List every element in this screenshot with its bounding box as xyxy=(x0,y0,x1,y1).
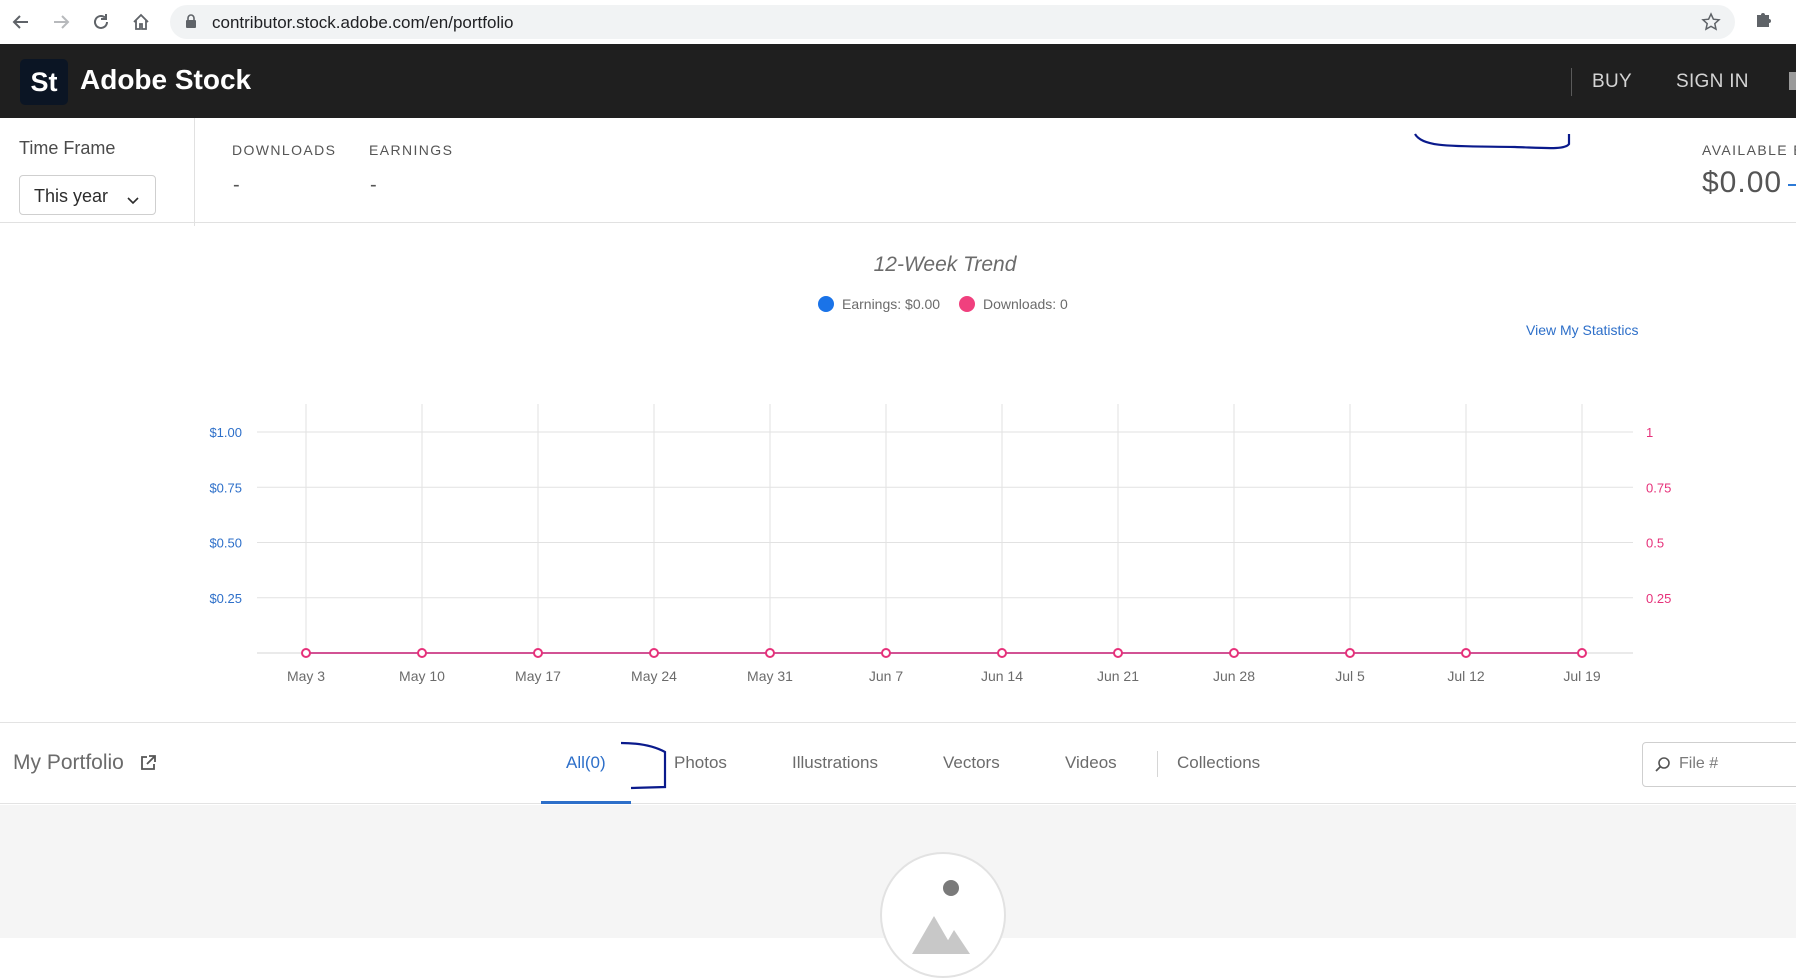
downloads-data-point xyxy=(533,648,543,658)
tab-collections[interactable]: Collections xyxy=(1177,753,1260,773)
empty-image-placeholder-icon xyxy=(880,852,1006,978)
x-tick-label: May 24 xyxy=(631,668,677,684)
downloads-data-point xyxy=(1577,648,1587,658)
available-earnings-value: $0.00 xyxy=(1702,166,1783,199)
earnings-label: EARNINGS xyxy=(369,142,454,158)
forward-icon[interactable] xyxy=(48,9,74,35)
x-tick-label: Jun 7 xyxy=(869,668,903,684)
brand-name[interactable]: Adobe Stock xyxy=(80,64,251,96)
tab-vectors[interactable]: Vectors xyxy=(943,753,1000,773)
y-right-tick-label: 1 xyxy=(1646,425,1653,440)
my-portfolio-title: My Portfolio xyxy=(13,751,124,774)
y-left-tick-label: $0.25 xyxy=(209,591,242,606)
y-left-tick-label: $0.75 xyxy=(209,480,242,495)
timeframe-value: This year xyxy=(34,186,109,206)
extensions-puzzle-icon[interactable] xyxy=(1753,9,1775,36)
external-link-icon[interactable] xyxy=(139,754,157,777)
x-tick-label: Jun 28 xyxy=(1213,668,1255,684)
available-dash xyxy=(1788,184,1796,186)
y-left-tick-label: $1.00 xyxy=(209,425,242,440)
search-icon xyxy=(1654,756,1672,779)
header-divider xyxy=(1571,68,1572,96)
downloads-value: - xyxy=(233,174,240,196)
y-right-tick-label: 0.5 xyxy=(1646,536,1664,551)
legend-earnings[interactable]: Earnings: $0.00 xyxy=(818,296,940,312)
downloads-data-point xyxy=(417,648,427,658)
y-left-tick-label: $0.50 xyxy=(209,536,242,551)
timeframe-label: Time Frame xyxy=(19,138,116,158)
downloads-data-point xyxy=(1229,648,1239,658)
y-right-tick-label: 0.75 xyxy=(1646,480,1671,495)
downloads-data-point xyxy=(997,648,1007,658)
tab-photos[interactable]: Photos xyxy=(674,753,727,773)
chart-title: 12-Week Trend xyxy=(873,253,1017,276)
url-text: contributor.stock.adobe.com/en/portfolio xyxy=(212,13,514,32)
site-header: St Adobe Stock BUY SIGN IN xyxy=(0,44,1796,118)
available-earnings-label: AVAILABLE E xyxy=(1702,142,1796,158)
browser-toolbar: contributor.stock.adobe.com/en/portfolio xyxy=(0,0,1796,44)
earnings-dot-icon xyxy=(818,296,834,312)
downloads-data-point xyxy=(301,648,311,658)
portfolio-tabs-bar: My Portfolio All(0) Photos Illustrations… xyxy=(0,722,1796,804)
tab-all[interactable]: All(0) xyxy=(566,753,606,773)
trend-chart: $0.25 $0.50 $0.75 $1.00 0.25 0.5 0.75 1 May 3 May… xyxy=(209,404,1671,684)
x-tick-label: Jul 19 xyxy=(1563,668,1601,684)
x-tick-label: May 17 xyxy=(515,668,561,684)
back-icon[interactable] xyxy=(8,9,34,35)
view-my-statistics-link[interactable]: View My Statistics xyxy=(1526,322,1639,338)
legend-earnings-label: Earnings: $0.00 xyxy=(842,296,941,312)
legend-downloads-label: Downloads: 0 xyxy=(983,296,1068,312)
chevron-down-icon xyxy=(127,189,139,210)
downloads-dot-icon xyxy=(959,296,975,312)
downloads-data-point xyxy=(1345,648,1355,658)
lock-icon xyxy=(185,14,197,34)
reload-icon[interactable] xyxy=(88,9,114,35)
downloads-data-point xyxy=(649,648,659,658)
x-tick-label: Jun 14 xyxy=(981,668,1023,684)
x-tick-label: May 31 xyxy=(747,668,793,684)
y-right-tick-label: 0.25 xyxy=(1646,591,1671,606)
active-tab-indicator xyxy=(541,801,631,804)
downloads-data-point xyxy=(881,648,891,658)
downloads-data-point xyxy=(1461,648,1471,658)
buy-link[interactable]: BUY xyxy=(1592,71,1632,93)
downloads-label: DOWNLOADS xyxy=(232,142,337,158)
portfolio-content-area xyxy=(0,805,1796,978)
tab-videos[interactable]: Videos xyxy=(1065,753,1117,773)
downloads-data-point xyxy=(1113,648,1123,658)
legend-downloads[interactable]: Downloads: 0 xyxy=(959,296,1068,312)
bookmark-star-icon[interactable] xyxy=(1701,12,1721,37)
adobe-stock-logo[interactable]: St xyxy=(20,59,68,105)
x-tick-label: Jul 5 xyxy=(1335,668,1365,684)
x-tick-label: May 10 xyxy=(399,668,445,684)
tab-illustrations[interactable]: Illustrations xyxy=(792,753,878,773)
earnings-value: - xyxy=(370,174,377,196)
downloads-data-point xyxy=(765,648,775,658)
tabs-divider xyxy=(1157,751,1158,777)
x-tick-label: May 3 xyxy=(287,668,325,684)
flag-icon[interactable] xyxy=(1789,72,1796,90)
file-search-input[interactable]: File # xyxy=(1642,742,1796,787)
x-tick-label: Jul 12 xyxy=(1447,668,1485,684)
timeframe-select[interactable]: This year xyxy=(19,175,156,215)
address-bar[interactable]: contributor.stock.adobe.com/en/portfolio xyxy=(170,5,1735,39)
stats-divider xyxy=(194,118,195,226)
search-placeholder: File # xyxy=(1679,755,1719,772)
stats-summary: Time Frame This year DOWNLOADS - EARNING… xyxy=(0,118,1796,226)
x-tick-label: Jun 21 xyxy=(1097,668,1139,684)
sign-in-link[interactable]: SIGN IN xyxy=(1676,71,1749,93)
home-icon[interactable] xyxy=(128,9,154,35)
